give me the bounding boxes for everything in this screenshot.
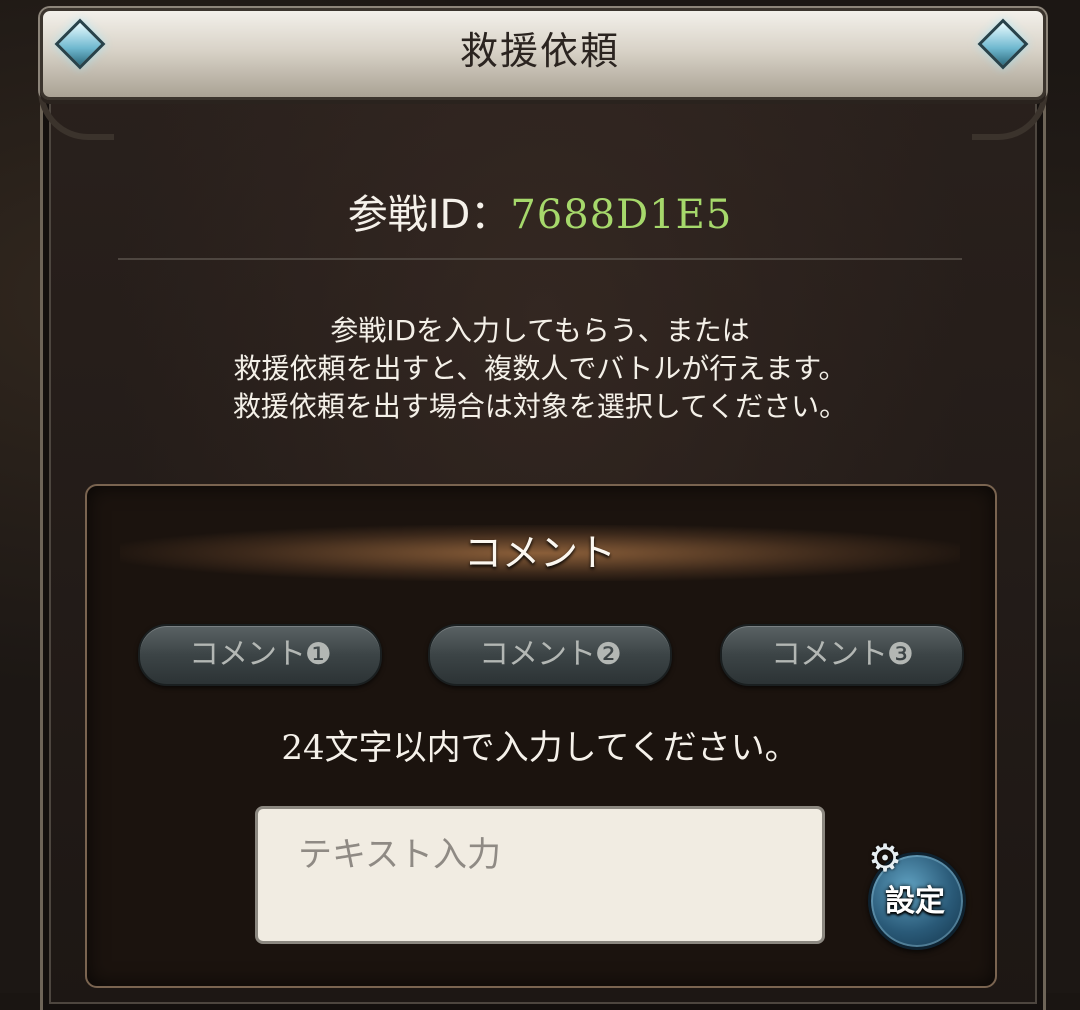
battle-id-label: 参戦ID： — [347, 192, 511, 238]
comment-text-input[interactable] — [255, 806, 825, 944]
description: 参戦IDを入力してもらう、または 救援依頼を出すと、複数人でバトルが行えます。 … — [120, 312, 960, 426]
description-line: 救援依頼を出す場合は対象を選択してください。 — [232, 390, 848, 423]
battle-id-row: 参戦ID：7688D1E5 — [120, 185, 960, 245]
battle-id-value: 7688D1E5 — [510, 192, 733, 238]
instruction-text: 文字以内で入力してください。 — [324, 728, 799, 768]
divider — [118, 258, 962, 260]
character-limit: 24 — [281, 728, 325, 768]
settings-label[interactable]: 設定 — [870, 878, 960, 926]
dialog-title: 救援依頼 — [459, 29, 620, 73]
gear-icon: ⚙ — [868, 836, 903, 880]
description-line: 救援依頼を出すと、複数人でバトルが行えます。 — [233, 352, 847, 385]
comment-preset-2-button[interactable]: コメント❷ — [428, 624, 672, 686]
comment-preset-3-button[interactable]: コメント❸ — [720, 624, 964, 686]
comment-title: コメント — [463, 531, 616, 575]
comment-instruction: 24文字以内で入力してください。 — [120, 720, 960, 776]
description-line: 参戦IDを入力してもらう、または — [330, 314, 750, 347]
comment-preset-1-button[interactable]: コメント❶ — [138, 624, 382, 686]
